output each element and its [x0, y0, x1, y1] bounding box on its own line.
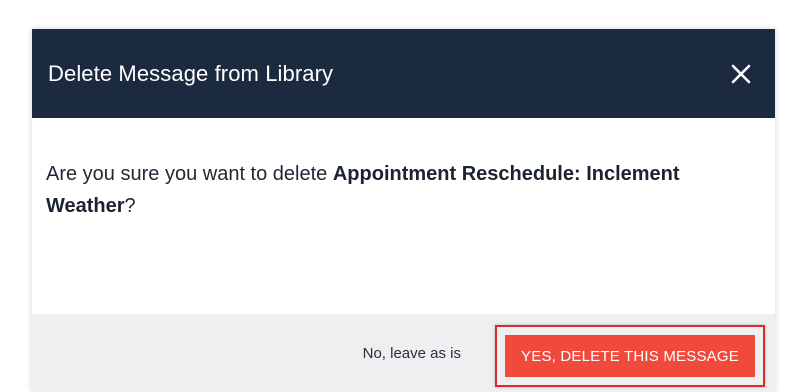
close-button[interactable] [723, 56, 759, 92]
screen: Delete Message from Library Are you sure… [0, 0, 799, 392]
confirm-question-suffix: ? [124, 195, 136, 217]
dialog-footer: No, leave as is YES, DELETE THIS MESSAGE [32, 314, 775, 392]
dialog-title: Delete Message from Library [48, 60, 334, 86]
dialog-header: Delete Message from Library [32, 29, 775, 118]
cancel-button[interactable]: No, leave as is [363, 339, 461, 368]
close-icon [731, 64, 751, 83]
dialog-body: Are you sure you want to delete Appointm… [32, 118, 775, 314]
confirm-button-highlight: YES, DELETE THIS MESSAGE [495, 325, 765, 387]
confirm-question-prefix: Are you sure you want to delete [46, 163, 333, 185]
confirm-delete-button[interactable]: YES, DELETE THIS MESSAGE [505, 335, 755, 377]
delete-message-dialog: Delete Message from Library Are you sure… [32, 29, 775, 392]
